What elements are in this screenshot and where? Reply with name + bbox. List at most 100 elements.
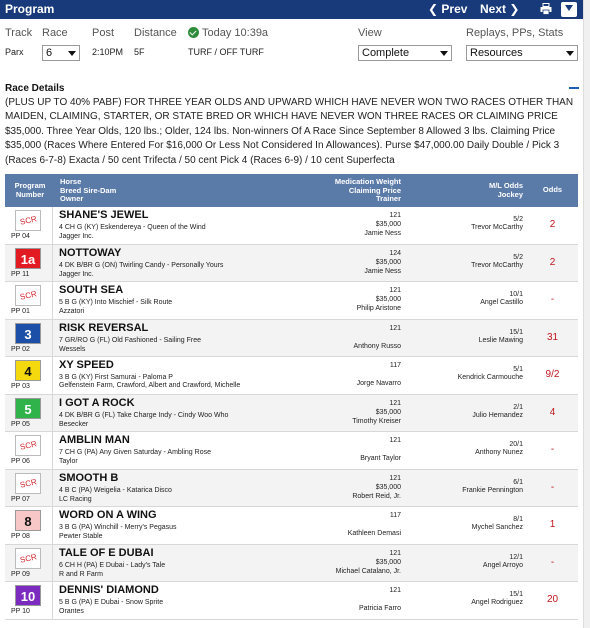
post-position: PP 03 — [11, 383, 30, 390]
table-row[interactable]: 3 PP 02 RISK REVERSAL 7 GR/RO G (FL) Old Fa… — [5, 319, 578, 357]
program-number-cell: 10 PP 10 — [5, 582, 53, 619]
breed-sire-dam: 7 GR/RO G (FL) Old Fashioned - Sailing F… — [59, 336, 201, 344]
printer-icon[interactable] — [540, 3, 552, 15]
weight: 121 — [389, 212, 401, 219]
scratched-badge: SCR — [15, 547, 41, 569]
col-program: Program Number — [14, 181, 46, 199]
table-row[interactable]: 5 PP 05 I GOT A ROCK 4 DK B/BR G (FL) Take … — [5, 394, 578, 432]
race-details-title: Race Details — [5, 83, 65, 94]
jockey-name: Trevor McCarthy — [471, 261, 523, 269]
owner-name: LC Racing — [59, 495, 92, 503]
owner-name: Taylor — [59, 458, 78, 465]
view-select[interactable]: Complete — [358, 45, 452, 61]
morning-line-odds: 6/1 — [513, 478, 523, 486]
live-odds: 2 — [549, 219, 556, 230]
trainer-name: Timothy Kreiser — [352, 417, 401, 425]
col-horse: Horse Breed Sire-Dam Owner — [60, 177, 117, 203]
table-row[interactable]: 10 PP 10 DENNIS' DIAMOND 5 B G (PA) E Dubai… — [5, 582, 578, 620]
prev-button[interactable]: ❮ Prev — [428, 2, 467, 16]
saddle-cloth-badge: 4 — [15, 360, 41, 381]
table-row[interactable]: SCR PP 09 TALE OF E DUBAI 6 CH H (PA) E Dub… — [5, 544, 578, 582]
trainer-name: Robert Reid, Jr. — [352, 492, 401, 500]
horse-name[interactable]: NOTTOWAY — [59, 247, 121, 259]
horse-name[interactable]: AMBLIN MAN — [59, 434, 130, 446]
live-odds: 2 — [549, 256, 556, 268]
saddle-cloth-badge: 5 — [15, 397, 41, 419]
table-row[interactable]: SCR PP 04 SHANE'S JEWEL 4 CH G (KY) Eskende… — [5, 207, 578, 245]
program-number-cell: 5 PP 05 — [5, 394, 53, 432]
breed-sire-dam: 4 CH G (KY) Eskendereya - Queen of the W… — [59, 224, 206, 231]
program-number-cell: 1a PP 11 — [5, 244, 53, 282]
jockey-name: Mychel Sanchez — [471, 524, 523, 531]
horse-name[interactable]: SOUTH SEA — [59, 284, 123, 296]
post-label: Post — [92, 27, 115, 39]
post-position: PP 11 — [11, 270, 30, 278]
weight: 121 — [389, 324, 401, 332]
view-select-value: Complete — [362, 47, 410, 59]
weight-claim-trainer: 121 $35,000 Philip Aristone — [299, 286, 401, 313]
trainer-name: Bryant Taylor — [360, 455, 401, 462]
dropdown-menu-button[interactable] — [561, 2, 577, 17]
jockey-name: Angel Rodriguez — [471, 599, 523, 606]
breed-sire-dam: 4 B C (PA) Weigelia - Katarica Disco — [59, 486, 172, 494]
live-odds: - — [550, 444, 555, 455]
horse-name[interactable]: WORD ON A WING — [59, 509, 157, 521]
table-row[interactable]: SCR PP 06 AMBLIN MAN 7 CH G (PA) Any Given … — [5, 432, 578, 470]
live-odds: 9/2 — [545, 369, 560, 380]
col-odds: Odds — [542, 185, 563, 194]
next-label: Next — [480, 2, 507, 16]
race-select[interactable]: 6 — [42, 45, 80, 61]
next-button[interactable]: Next ❯ — [480, 2, 519, 16]
post-position: PP 02 — [11, 345, 30, 353]
table-row[interactable]: 1a PP 11 NOTTOWAY 4 DK B/BR G (ON) Twirling… — [5, 244, 578, 282]
distance-label: Distance — [134, 27, 177, 39]
col-ml-odds: M/L Odds Jockey — [488, 181, 523, 199]
distance-value: 5F — [134, 47, 145, 57]
live-odds: - — [550, 481, 555, 493]
table-row[interactable]: SCR PP 07 SMOOTH B 4 B C (PA) Weigelia - Ka… — [5, 469, 578, 507]
resources-select[interactable]: Resources — [466, 45, 578, 61]
live-odds: 1 — [549, 519, 556, 530]
morning-line-odds: 20/1 — [509, 441, 523, 448]
weight: 121 — [389, 587, 401, 594]
resources-select-value: Resources — [470, 47, 523, 59]
program-number-cell: 3 PP 02 — [5, 319, 53, 357]
program-header: Program ❮ Prev Next ❯ — [0, 0, 583, 19]
scrollbar[interactable] — [583, 0, 590, 628]
collapse-icon[interactable] — [569, 87, 579, 89]
horse-name[interactable]: SHANE'S JEWEL — [59, 209, 148, 221]
table-row[interactable]: 4 PP 03 XY SPEED 3 B G (KY) First Samurai -… — [5, 357, 578, 395]
weight-claim-trainer: 121 $35,000 Jamie Ness — [299, 211, 401, 238]
horse-name[interactable]: RISK REVERSAL — [59, 322, 148, 334]
horse-name[interactable]: TALE OF E DUBAI — [59, 547, 154, 559]
post-position: PP 07 — [11, 495, 30, 503]
trainer-name: Patricia Farro — [358, 605, 401, 612]
weight: 121 — [389, 399, 401, 407]
scratched-badge: SCR — [15, 210, 41, 231]
breed-sire-dam: 4 DK B/BR G (ON) Twirling Candy - Person… — [59, 261, 224, 269]
horse-name[interactable]: SMOOTH B — [59, 472, 118, 484]
horse-name[interactable]: I GOT A ROCK — [59, 397, 135, 409]
table-row[interactable]: 8 PP 08 WORD ON A WING 3 B G (PA) Winchill … — [5, 507, 578, 545]
trainer-name: Jamie Ness — [364, 267, 401, 275]
morning-line-odds: 15/1 — [509, 591, 523, 598]
col-med-weight: Medication Weight Claiming Price Trainer — [334, 177, 401, 203]
claiming-price: $35,000 — [375, 221, 401, 228]
caret-down-icon — [68, 51, 76, 56]
view-label: View — [358, 27, 382, 39]
morning-line-odds: 8/1 — [513, 516, 523, 523]
morning-line-odds: 15/1 — [509, 328, 523, 336]
program-number-cell: SCR PP 04 — [5, 207, 53, 244]
trainer-name: Jorge Navarro — [356, 380, 401, 387]
horse-name[interactable]: DENNIS' DIAMOND — [59, 584, 159, 596]
weight-claim-trainer: 124 $35,000 Jamie Ness — [299, 249, 401, 276]
horse-name[interactable]: XY SPEED — [59, 359, 114, 371]
trainer-name: Kathleen Demasi — [347, 530, 401, 537]
weight: 117 — [389, 362, 401, 369]
jockey-name: Anthony Nunez — [475, 449, 523, 456]
table-row[interactable]: SCR PP 01 SOUTH SEA 5 B G (KY) Into Mischie… — [5, 282, 578, 320]
weight: 121 — [389, 287, 401, 294]
check-icon — [188, 27, 199, 38]
post-position: PP 09 — [11, 570, 30, 578]
weight-claim-trainer: 121 Anthony Russo — [299, 324, 401, 351]
